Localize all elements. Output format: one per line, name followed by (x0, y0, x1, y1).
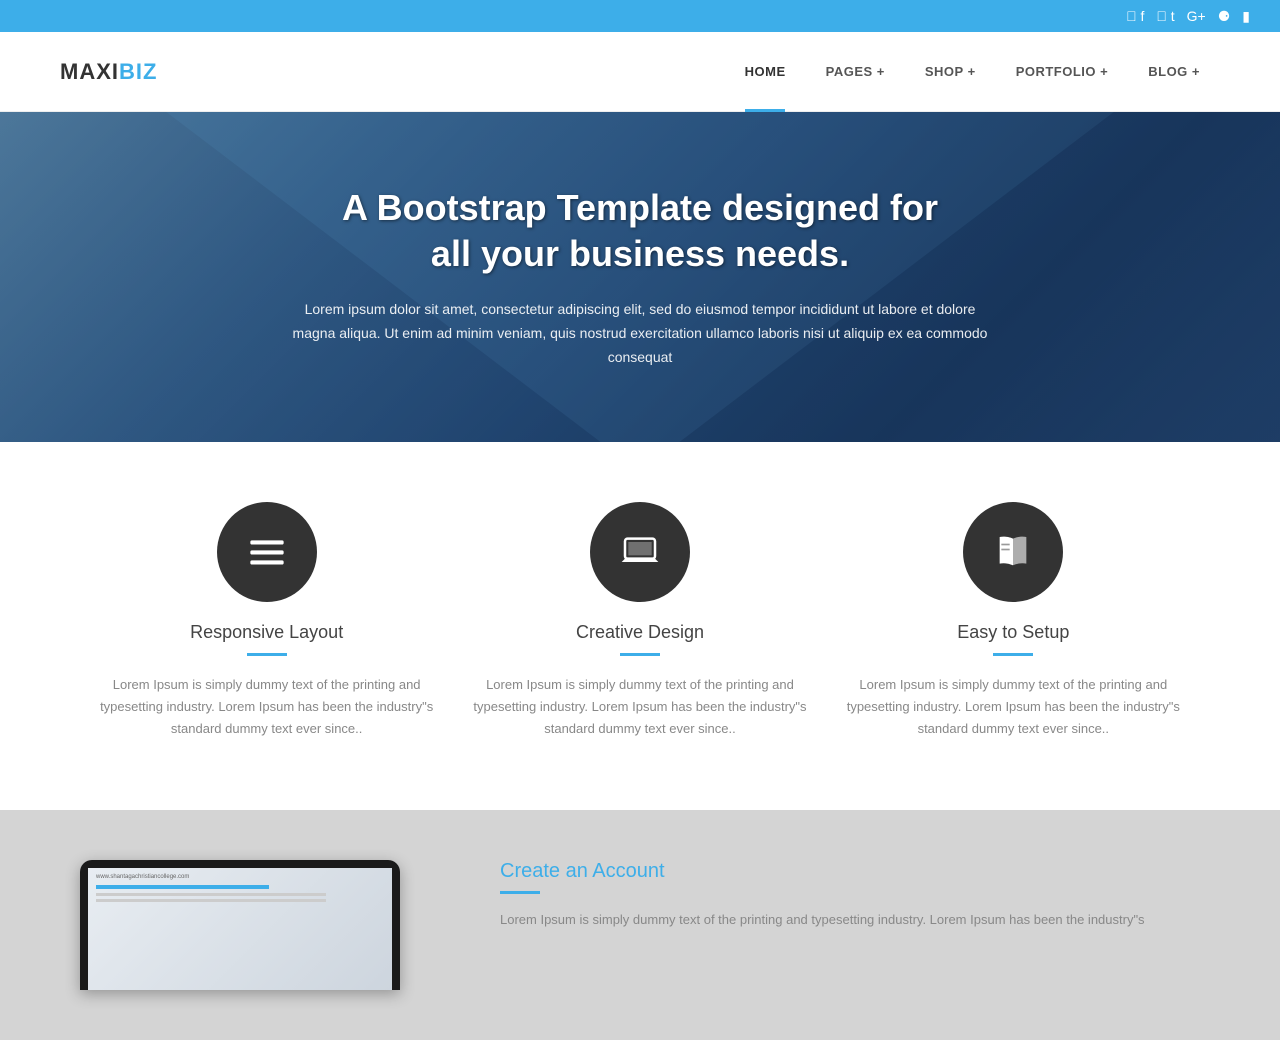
feature-underline-easy (993, 653, 1033, 656)
device-screen-content: www.shantagachristiancollege.com (88, 868, 392, 911)
facebook-icon[interactable]:  f (1126, 8, 1144, 24)
hero-section: A Bootstrap Template designed forall you… (0, 112, 1280, 442)
logo-maxi: MAXI (60, 59, 119, 84)
features-section: Responsive Layout Lorem Ipsum is simply … (0, 442, 1280, 810)
bottom-underline (500, 891, 540, 894)
feature-easy-setup: Easy to Setup Lorem Ipsum is simply dumm… (845, 502, 1181, 740)
feature-title-easy: Easy to Setup (845, 622, 1181, 643)
menu-icon (247, 532, 287, 572)
nav-portfolio[interactable]: PORTFOLIO + (996, 32, 1129, 112)
main-nav: HOME PAGES + SHOP + PORTFOLIO + BLOG + (725, 32, 1220, 112)
feature-underline-creative (620, 653, 660, 656)
device-bar-3 (96, 899, 326, 902)
device-url-text: www.shantagachristiancollege.com (96, 874, 384, 880)
header: MAXIBIZ HOME PAGES + SHOP + PORTFOLIO + … (0, 32, 1280, 112)
feature-text-responsive: Lorem Ipsum is simply dummy text of the … (99, 674, 435, 740)
hero-title: A Bootstrap Template designed forall you… (290, 185, 990, 279)
creative-design-icon-circle (590, 502, 690, 602)
nav-shop[interactable]: SHOP + (905, 32, 996, 112)
google-plus-icon[interactable]: G+ (1187, 8, 1206, 24)
book-icon (993, 532, 1033, 572)
bottom-description: Lorem Ipsum is simply dummy text of the … (500, 909, 1200, 931)
bottom-section: www.shantagachristiancollege.com Create … (0, 810, 1280, 1040)
logo-biz: BIZ (119, 59, 157, 84)
feature-text-creative: Lorem Ipsum is simply dummy text of the … (472, 674, 808, 740)
nav-home[interactable]: HOME (725, 32, 806, 112)
hero-content: A Bootstrap Template designed forall you… (290, 185, 990, 370)
feature-title-responsive: Responsive Layout (99, 622, 435, 643)
logo[interactable]: MAXIBIZ (60, 59, 157, 85)
device-bar-1 (96, 885, 269, 889)
feature-underline-responsive (247, 653, 287, 656)
device-mockup-container: www.shantagachristiancollege.com (80, 860, 440, 990)
top-bar:  f  t G+ ⚈ ▮ (0, 0, 1280, 32)
laptop-icon (620, 532, 660, 572)
nav-blog[interactable]: BLOG + (1128, 32, 1220, 112)
responsive-layout-icon-circle (217, 502, 317, 602)
device-bar-2 (96, 893, 326, 896)
device-mockup: www.shantagachristiancollege.com (80, 860, 400, 990)
dribbble-icon[interactable]: ⚈ (1218, 8, 1231, 25)
feature-title-creative: Creative Design (472, 622, 808, 643)
bottom-title: Create an Account (500, 860, 1200, 883)
twitter-icon[interactable]:  t (1156, 8, 1174, 24)
device-screen: www.shantagachristiancollege.com (88, 868, 392, 990)
feature-text-easy: Lorem Ipsum is simply dummy text of the … (845, 674, 1181, 740)
rss-icon[interactable]: ▮ (1242, 8, 1250, 25)
bottom-text-content: Create an Account Lorem Ipsum is simply … (500, 860, 1200, 931)
hero-subtitle: Lorem ipsum dolor sit amet, consectetur … (290, 298, 990, 369)
easy-setup-icon-circle (963, 502, 1063, 602)
feature-responsive-layout: Responsive Layout Lorem Ipsum is simply … (99, 502, 435, 740)
nav-pages[interactable]: PAGES + (806, 32, 905, 112)
feature-creative-design: Creative Design Lorem Ipsum is simply du… (472, 502, 808, 740)
